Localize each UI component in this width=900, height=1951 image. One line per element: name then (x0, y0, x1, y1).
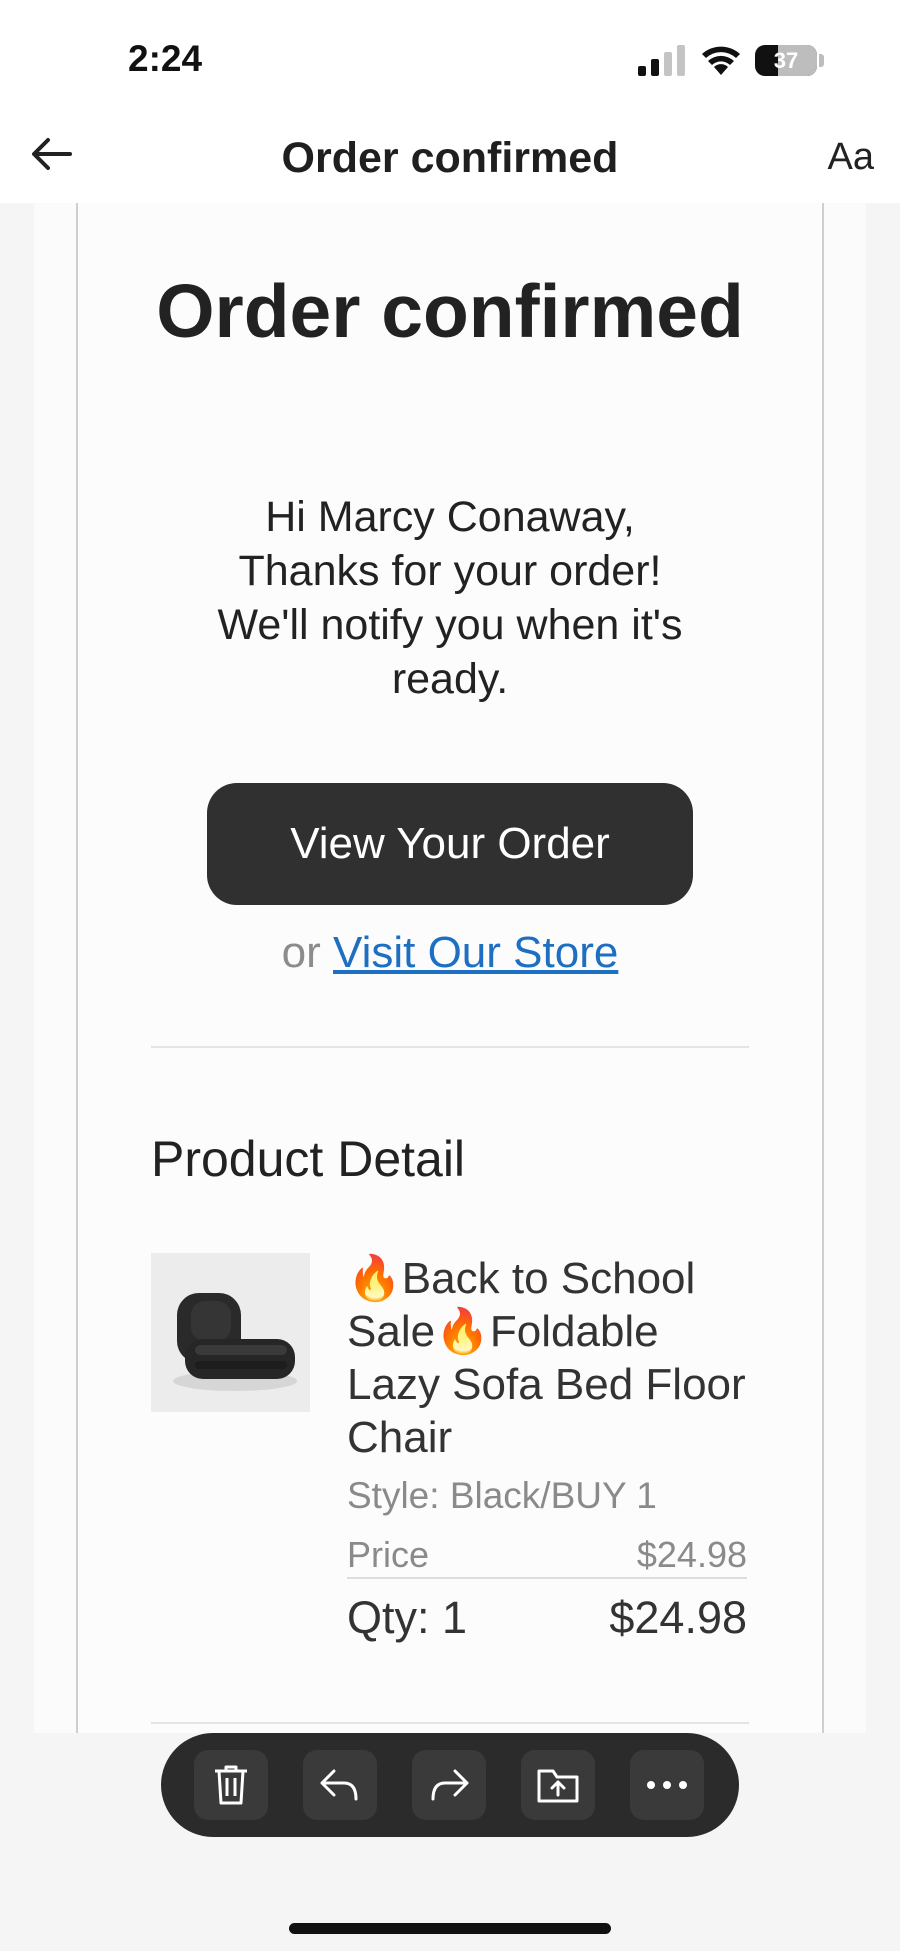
divider (151, 1722, 749, 1724)
forward-icon (431, 1769, 469, 1801)
product-style: Style: Black/BUY 1 (347, 1475, 657, 1516)
nav-title: Order confirmed (281, 134, 619, 182)
wifi-icon (702, 46, 740, 75)
visit-store-link[interactable]: Visit Our Store (333, 928, 618, 977)
nav-bar: Order confirmed Aa (0, 110, 900, 203)
product-image (151, 1253, 310, 1412)
status-bar: 2:24 37 (0, 0, 900, 110)
delete-button[interactable] (194, 1750, 268, 1820)
forward-button[interactable] (412, 1750, 486, 1820)
more-button[interactable] (630, 1750, 704, 1820)
greeting-line: Thanks for your order! (238, 547, 662, 595)
qty-label: Qty: 1 (347, 1592, 468, 1643)
reply-icon (320, 1769, 358, 1801)
or-text: or (281, 928, 321, 977)
move-button[interactable] (521, 1750, 595, 1820)
greeting-line: We'll notify you when it's ready. (217, 601, 683, 703)
mail-toolbar (161, 1733, 739, 1837)
greeting-text: Hi Marcy Conaway, Thanks for your order!… (180, 490, 720, 706)
move-to-folder-icon (537, 1769, 579, 1803)
reply-button[interactable] (303, 1750, 377, 1820)
battery-cap (819, 54, 824, 67)
status-time: 2:24 (128, 38, 203, 79)
battery-icon: 37 (755, 45, 817, 76)
email-headline: Order confirmed (156, 269, 744, 353)
view-order-button[interactable]: View Your Order (207, 783, 693, 905)
section-title: Product Detail (151, 1131, 466, 1187)
price-value: $24.98 (636, 1534, 747, 1575)
price-row: Price $24.98 (347, 1534, 747, 1576)
divider (151, 1046, 749, 1048)
divider (347, 1577, 747, 1579)
fire-emoji: 🔥 (347, 1254, 402, 1303)
greeting-line: Hi Marcy Conaway, (265, 493, 635, 541)
cellular-signal-icon (638, 45, 685, 76)
more-icon (647, 1781, 687, 1789)
total-value: $24.98 (609, 1592, 747, 1643)
qty-row: Qty: 1 $24.98 (347, 1592, 747, 1644)
trash-icon (215, 1765, 247, 1805)
battery-level: 37 (773, 48, 799, 73)
fire-emoji: 🔥 (435, 1307, 490, 1356)
product-name: 🔥Back to School Sale🔥Foldable Lazy Sofa … (347, 1252, 747, 1464)
price-label: Price (347, 1534, 430, 1575)
font-size-button[interactable]: Aa (828, 136, 874, 179)
store-link-row: or Visit Our Store (76, 928, 824, 978)
home-indicator (289, 1923, 611, 1934)
